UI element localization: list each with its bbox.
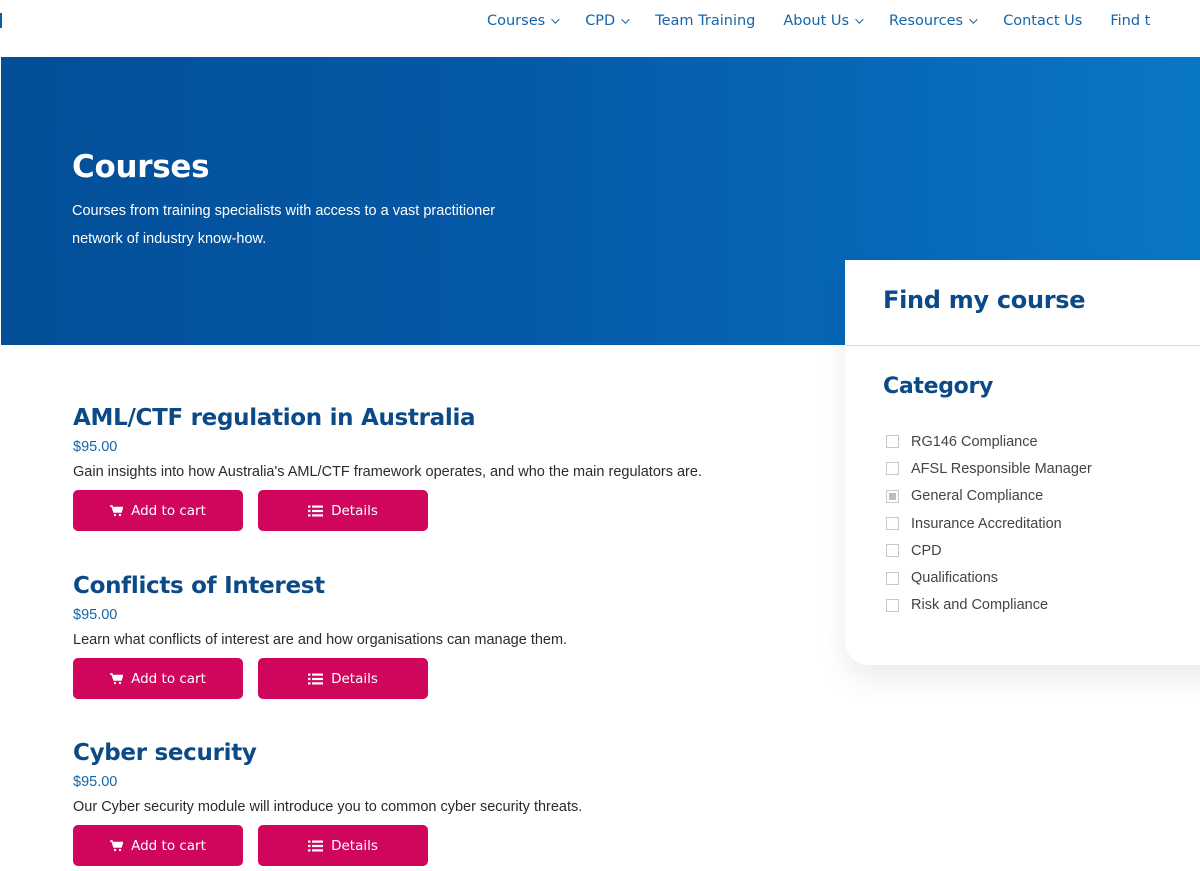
category-checkbox[interactable] xyxy=(886,571,899,585)
cart-icon xyxy=(110,672,124,684)
logo-edge[interactable] xyxy=(0,13,2,28)
nav-item-label: Contact Us xyxy=(1003,13,1083,29)
button-label: Details xyxy=(331,837,378,854)
course-price: $95.00 xyxy=(73,439,118,455)
category-option[interactable]: AFSL Responsible Manager xyxy=(886,455,1092,482)
category-checkbox[interactable] xyxy=(886,435,899,449)
category-checkbox[interactable] xyxy=(886,544,899,558)
nav-item-label: Courses xyxy=(487,13,546,29)
finder-title: Find my course xyxy=(883,286,1086,314)
category-checkbox[interactable] xyxy=(886,462,899,476)
course-description: Gain insights into how Australia's AML/C… xyxy=(73,464,702,480)
category-label: Qualifications xyxy=(911,570,999,587)
chevron-down-icon xyxy=(551,15,560,24)
list-icon xyxy=(308,673,324,684)
cart-icon xyxy=(110,839,124,851)
chevron-down-icon xyxy=(621,15,630,24)
add-to-cart-button[interactable]: Add to cart xyxy=(73,825,243,866)
course-price: $95.00 xyxy=(73,607,118,623)
category-label: Insurance Accreditation xyxy=(911,515,1062,532)
course-card: AML/CTF regulation in Australia $95.00 G… xyxy=(73,405,773,531)
course-card: Conflicts of Interest $95.00 Learn what … xyxy=(73,573,773,699)
button-label: Details xyxy=(331,670,378,687)
category-label: General Compliance xyxy=(911,488,1044,505)
add-to-cart-button[interactable]: Add to cart xyxy=(73,490,243,531)
category-checkbox[interactable] xyxy=(886,517,899,531)
nav-item-team-training[interactable]: Team Training xyxy=(655,13,755,29)
find-my-course-panel: Find my course Category RG146 Compliance… xyxy=(845,260,1200,665)
nav-item-resources[interactable]: Resources xyxy=(889,13,978,29)
details-button[interactable]: Details xyxy=(258,658,428,699)
nav-item-label: Find t xyxy=(1110,13,1151,29)
add-to-cart-button[interactable]: Add to cart xyxy=(73,658,243,699)
course-card: Cyber security $95.00 Our Cyber security… xyxy=(73,740,773,866)
nav-item-cpd[interactable]: CPD xyxy=(585,13,630,29)
category-filter-list: RG146 Compliance AFSL Responsible Manage… xyxy=(886,428,1092,619)
list-icon xyxy=(308,505,324,516)
category-label: AFSL Responsible Manager xyxy=(911,460,1092,477)
course-price: $95.00 xyxy=(73,774,118,790)
nav-item-label: About Us xyxy=(783,13,850,29)
chevron-down-icon xyxy=(969,15,978,24)
course-actions: Add to cart Details xyxy=(73,658,773,699)
button-label: Add to cart xyxy=(131,502,206,519)
category-label: CPD xyxy=(911,542,942,559)
button-label: Add to cart xyxy=(131,837,206,854)
course-actions: Add to cart Details xyxy=(73,490,773,531)
category-option[interactable]: Insurance Accreditation xyxy=(886,510,1092,537)
finder-header: Find my course xyxy=(845,260,1200,346)
nav-item-label: Team Training xyxy=(655,13,756,29)
category-option[interactable]: RG146 Compliance xyxy=(886,428,1092,455)
course-description: Learn what conflicts of interest are and… xyxy=(73,632,568,648)
category-checkbox[interactable] xyxy=(886,598,899,612)
main-menu: Courses CPD Team Training About Us Resou… xyxy=(487,0,1178,42)
button-label: Add to cart xyxy=(131,670,206,687)
category-label: Risk and Compliance xyxy=(911,597,1049,614)
category-option[interactable]: Qualifications xyxy=(886,564,1092,591)
nav-item-label: CPD xyxy=(585,13,616,29)
hero-subtitle: Courses from training specialists with a… xyxy=(72,197,542,253)
category-option[interactable]: Risk and Compliance xyxy=(886,592,1092,619)
course-actions: Add to cart Details xyxy=(73,825,773,866)
nav-item-about-us[interactable]: About Us xyxy=(783,13,864,29)
button-label: Details xyxy=(331,502,378,519)
course-title[interactable]: Cyber security xyxy=(73,740,773,766)
category-option[interactable]: General Compliance xyxy=(886,483,1092,510)
category-heading: Category xyxy=(883,374,994,399)
hero-subtitle-line: Courses from training specialists with a… xyxy=(72,203,496,219)
chevron-down-icon xyxy=(855,15,864,24)
hero-subtitle-line: network of industry know-how. xyxy=(72,231,267,247)
category-label: RG146 Compliance xyxy=(911,433,1038,450)
cart-icon xyxy=(110,504,124,516)
details-button[interactable]: Details xyxy=(258,490,428,531)
nav-item-courses[interactable]: Courses xyxy=(487,13,560,29)
category-option[interactable]: CPD xyxy=(886,537,1092,564)
page-title: Courses xyxy=(72,149,210,185)
course-title[interactable]: Conflicts of Interest xyxy=(73,573,773,599)
course-description: Our Cyber security module will introduce… xyxy=(73,799,583,815)
nav-item-contact-us[interactable]: Contact Us xyxy=(1003,13,1082,29)
list-icon xyxy=(308,840,324,851)
category-checkbox[interactable] xyxy=(886,489,899,503)
nav-item-find[interactable]: Find t xyxy=(1110,13,1150,29)
top-navigation: Courses CPD Team Training About Us Resou… xyxy=(0,0,1200,57)
nav-item-label: Resources xyxy=(889,13,964,29)
details-button[interactable]: Details xyxy=(258,825,428,866)
course-title[interactable]: AML/CTF regulation in Australia xyxy=(73,405,773,431)
